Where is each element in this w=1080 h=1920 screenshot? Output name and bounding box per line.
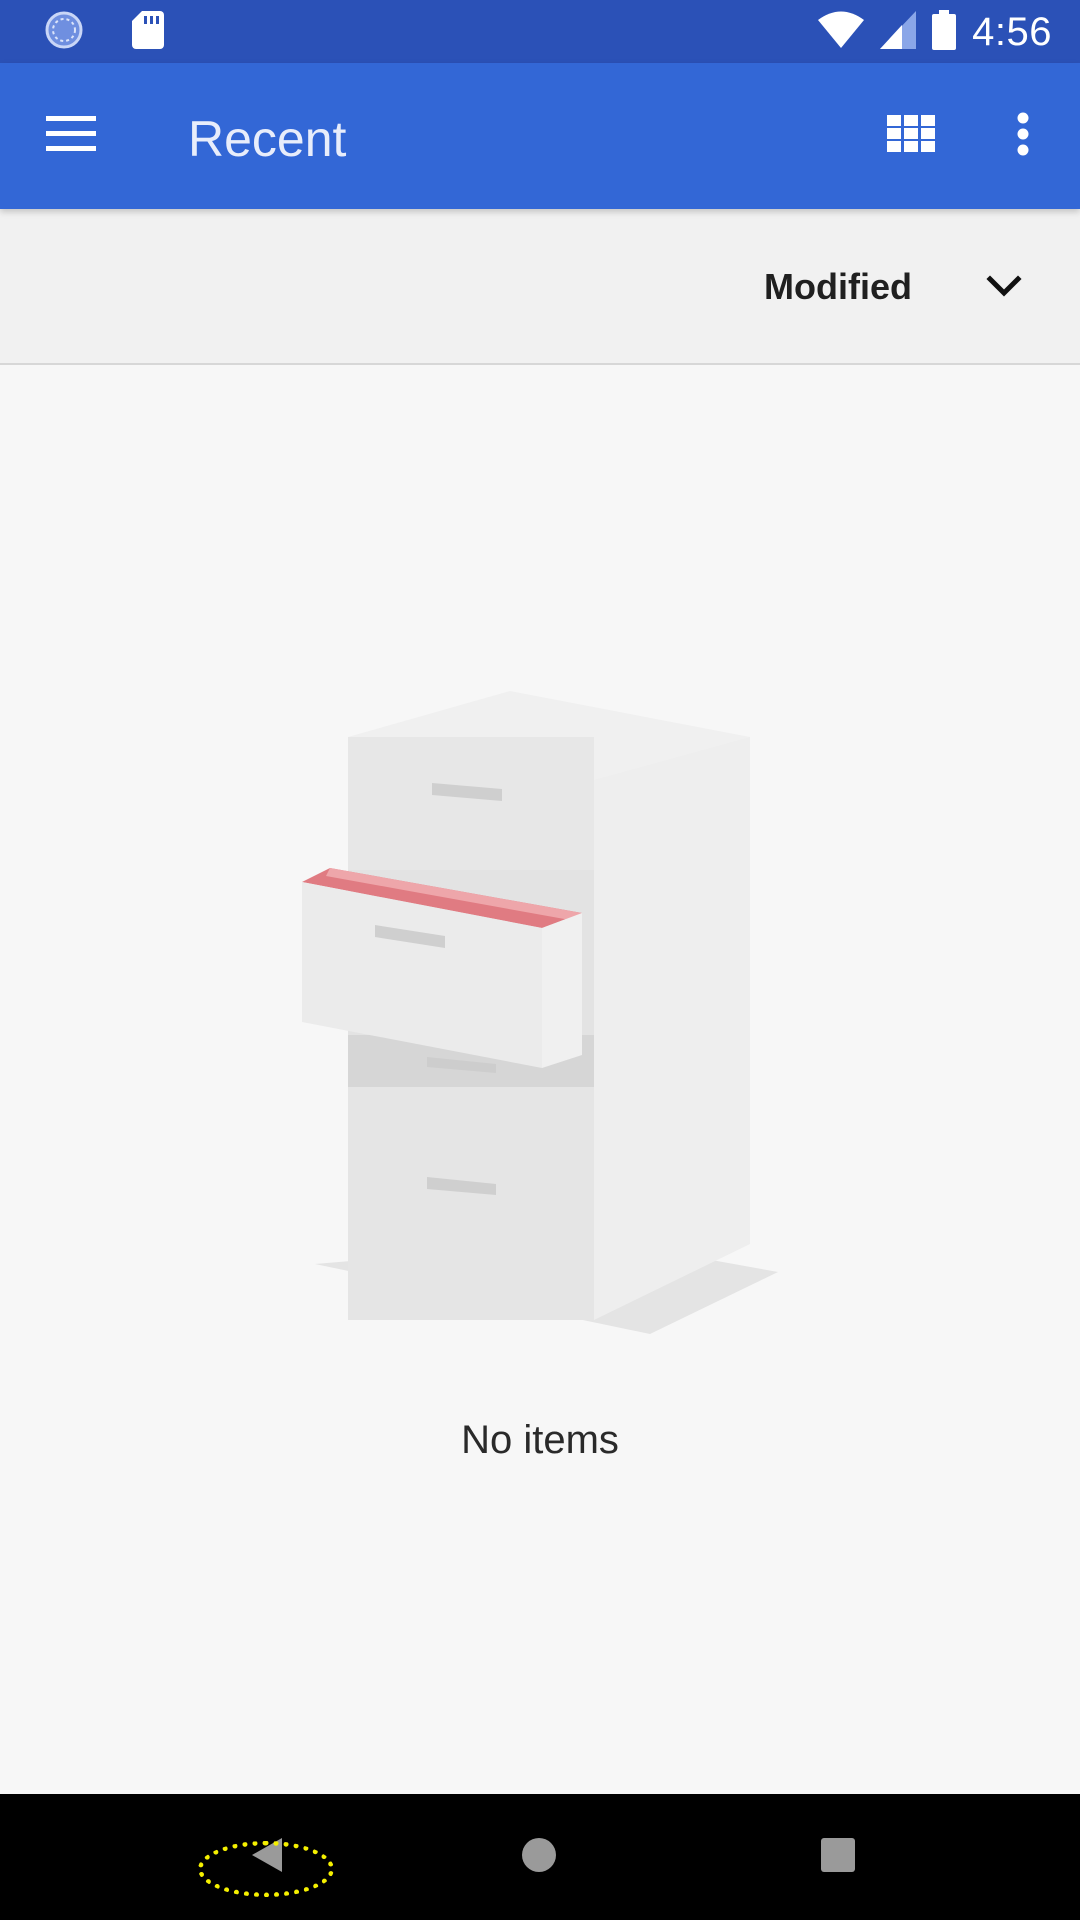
recents-icon	[821, 1837, 855, 1877]
chevron-down-icon	[982, 265, 1026, 309]
grid-view-button[interactable]	[878, 103, 944, 169]
more-options-button[interactable]	[990, 103, 1056, 169]
status-clock: 4:56	[972, 10, 1052, 54]
status-bar: 4:56	[0, 0, 1080, 63]
grid-view-icon	[887, 114, 935, 158]
home-icon	[521, 1837, 557, 1878]
sort-label: Modified	[764, 266, 912, 307]
sd-card-icon	[132, 11, 164, 54]
recents-button[interactable]	[802, 1821, 874, 1893]
system-navigation-bar	[0, 1794, 1080, 1920]
status-right-icons: 4:56	[818, 8, 1052, 56]
app-bar: Recent	[0, 63, 1080, 209]
page-title: Recent	[188, 111, 347, 167]
sync-icon	[44, 10, 84, 55]
signal-icon	[880, 10, 917, 54]
file-cabinet-illustration	[290, 680, 790, 1340]
more-vert-icon	[1017, 112, 1029, 161]
back-icon	[248, 1836, 284, 1879]
sort-bar: Modified	[0, 209, 1080, 365]
empty-state-message: No items	[461, 1418, 619, 1462]
sort-dropdown[interactable]: Modified	[740, 251, 1040, 323]
hamburger-menu-icon	[46, 115, 96, 157]
status-left-icons	[44, 10, 164, 55]
battery-icon	[932, 9, 957, 55]
navigation-menu-button[interactable]	[38, 103, 104, 169]
back-button[interactable]	[230, 1821, 302, 1893]
screen: 4:56 Recent Modified No items	[0, 0, 1080, 1920]
home-button[interactable]	[503, 1821, 575, 1893]
wifi-icon	[818, 11, 865, 54]
